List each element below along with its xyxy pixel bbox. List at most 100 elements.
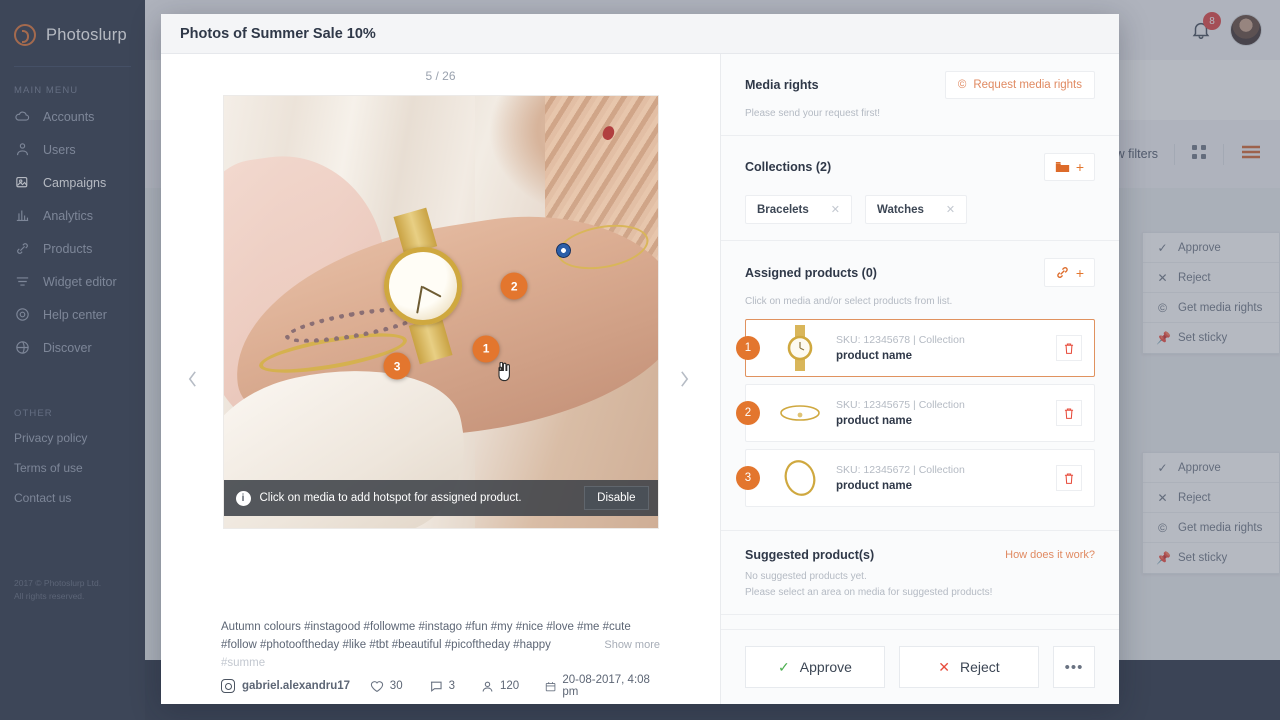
assigned-products-title: Assigned products (0) (745, 265, 877, 280)
close-icon: ✕ (938, 658, 951, 675)
suggested-products-section: Suggested product(s) How does it work? N… (721, 531, 1119, 615)
modal-body: 5 / 26 1 2 3 i Click on media to add hot… (161, 54, 1119, 704)
media-detail-modal: Photos of Summer Sale 10% close-icon 5 /… (161, 14, 1119, 704)
collection-tag-label: Bracelets (757, 203, 809, 216)
more-actions-button[interactable]: ••• (1053, 646, 1095, 688)
collection-tags: Bracelets ✕ Watches ✕ (745, 195, 1095, 224)
collection-tag-label: Watches (877, 203, 924, 216)
media-caption: Autumn colours #instagood #followme #ins… (221, 619, 660, 672)
author-handle-label: gabriel.alexandru17 (242, 680, 351, 692)
disable-hotspot-button[interactable]: Disable (584, 486, 649, 510)
next-media-button[interactable] (671, 366, 697, 392)
product-row[interactable]: 2 SKU: 12345675 | Collection product nam… (736, 384, 1095, 442)
caption-faded: #summe (221, 656, 266, 669)
likes-count: 30 (389, 680, 403, 692)
product-sku: SKU: 12345678 | Collection (836, 334, 965, 346)
delete-product-button[interactable] (1056, 400, 1082, 426)
trash-icon (1064, 343, 1074, 354)
reach-stat: 120 (481, 680, 519, 693)
product-sku: SKU: 12345675 | Collection (836, 399, 965, 411)
media-rights-title: Media rights (745, 78, 819, 92)
collection-tag[interactable]: Bracelets ✕ (745, 195, 853, 224)
comment-icon (430, 681, 442, 692)
product-number-badge: 3 (736, 466, 760, 490)
delete-product-button[interactable] (1056, 465, 1082, 491)
photo-watch (379, 207, 468, 365)
show-more-link[interactable]: Show more (604, 637, 660, 654)
how-does-it-work-link[interactable]: How does it work? (1005, 549, 1095, 561)
product-sku: SKU: 12345672 | Collection (836, 464, 965, 476)
instagram-icon (221, 679, 235, 693)
hotspot-marker[interactable]: 3 (383, 352, 411, 380)
photo-charm (555, 242, 571, 258)
modal-footer-actions: ✓ Approve ✕ Reject ••• (721, 629, 1119, 704)
date-stat: 20-08-2017, 4:08 pm (545, 674, 654, 698)
info-icon: i (235, 490, 251, 506)
assigned-products-list: 1 SKU: 12345678 | Collection product nam… (736, 319, 1095, 507)
assigned-products-section: Assigned products (0) + Click on media a… (721, 241, 1119, 531)
heart-icon (370, 680, 383, 692)
assign-product-button[interactable]: + (1043, 258, 1095, 287)
bracelet-thumb (774, 388, 826, 438)
photo-watch-minute-hand (416, 285, 424, 314)
media-image-wrap[interactable]: 1 2 3 i Click on media to add hotspot fo… (222, 95, 659, 529)
suggested-empty-line-1: No suggested products yet. (745, 571, 867, 582)
product-name: product name (836, 480, 913, 492)
media-counter: 5 / 26 (425, 69, 456, 83)
likes-stat: 30 (370, 680, 403, 693)
link-icon (1057, 267, 1068, 278)
modal-header: Photos of Summer Sale 10% close-icon (161, 14, 1119, 54)
assigned-products-hint: Click on media and/or select products fr… (745, 296, 953, 307)
hotspot-notice-text: Click on media to add hotspot for assign… (259, 492, 522, 504)
collections-section: Collections (2) + Bracelets ✕ Watches ✕ (721, 136, 1119, 241)
comments-count: 3 (448, 680, 455, 692)
media-rights-note: Please send your request first! (745, 108, 881, 119)
plus-icon: + (1075, 159, 1084, 175)
product-name: product name (836, 415, 913, 427)
product-row[interactable]: 1 SKU: 12345678 | Collection product nam… (736, 319, 1095, 377)
media-image[interactable]: 1 2 3 i Click on media to add hotspot fo… (222, 95, 659, 529)
media-rights-section: Media rights © Request media rights Plea… (721, 54, 1119, 136)
caption-line-1: Autumn colours #instagood #followme #ins… (221, 621, 631, 633)
hotspot-marker[interactable]: 2 (500, 272, 528, 300)
reach-count: 120 (500, 680, 520, 692)
hotspot-marker[interactable]: 1 (472, 335, 500, 363)
approve-label: Approve (799, 659, 852, 675)
photo-watch-hour-hand (422, 286, 442, 298)
trash-icon (1064, 408, 1074, 419)
date-label: 20-08-2017, 4:08 pm (562, 674, 650, 698)
request-media-rights-label: Request media rights (973, 79, 1082, 91)
request-media-rights-button[interactable]: © Request media rights (944, 71, 1095, 99)
person-icon (482, 681, 493, 692)
remove-collection-icon[interactable]: ✕ (946, 203, 955, 216)
collection-tag[interactable]: Watches ✕ (865, 195, 968, 224)
watch-thumb (774, 323, 826, 373)
product-number-badge: 1 (736, 336, 760, 360)
page-title: Photos of Summer Sale 10% (180, 25, 376, 42)
author-handle[interactable]: gabriel.alexandru17 (221, 679, 370, 693)
caption-line-2: #follow #photooftheday #like #tbt #beaut… (221, 638, 551, 651)
product-number-badge: 2 (736, 401, 760, 425)
media-meta: gabriel.alexandru17 30 3 120 20-08-2017,… (221, 674, 680, 698)
add-collection-button[interactable]: + (1043, 153, 1095, 181)
plus-icon: + (1075, 264, 1084, 281)
remove-collection-icon[interactable]: ✕ (831, 203, 840, 216)
check-icon: ✓ (778, 658, 790, 675)
details-pane: Media rights © Request media rights Plea… (720, 54, 1119, 704)
reject-button[interactable]: ✕ Reject (899, 646, 1039, 688)
suggested-empty-line-2: Please select an area on media for sugge… (745, 587, 993, 598)
prev-media-button[interactable] (179, 366, 205, 392)
trash-icon (1064, 473, 1074, 484)
product-name: product name (836, 350, 913, 362)
delete-product-button[interactable] (1056, 335, 1082, 361)
suggested-products-title: Suggested product(s) (745, 548, 875, 562)
collections-title: Collections (2) (745, 160, 832, 174)
hotspot-notice-bar: i Click on media to add hotspot for assi… (223, 480, 658, 516)
product-row[interactable]: 3 SKU: 12345672 | Collection product nam… (736, 449, 1095, 507)
bangle-thumb (774, 453, 826, 503)
folder-icon (1055, 162, 1069, 172)
approve-button[interactable]: ✓ Approve (745, 646, 885, 688)
comments-stat: 3 (429, 680, 455, 693)
calendar-icon (545, 681, 556, 691)
photo-watch-face (379, 242, 468, 331)
